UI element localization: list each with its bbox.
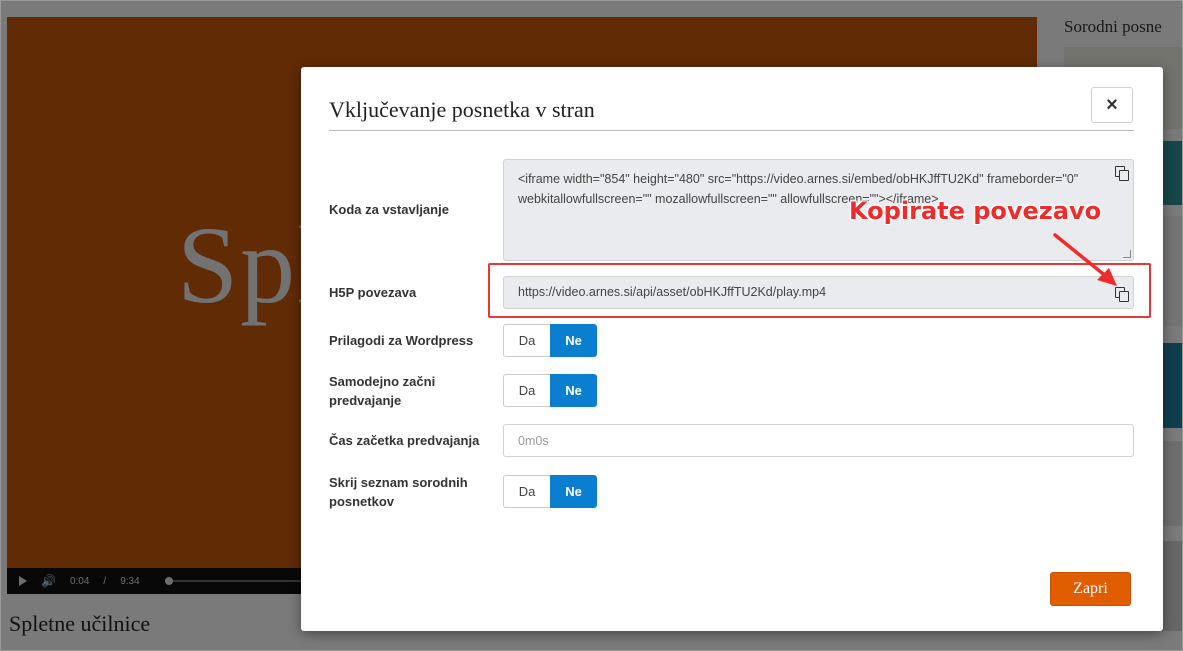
modal-title: Vključevanje posnetka v stran xyxy=(329,97,595,122)
h5p-link-label: H5P povezava xyxy=(329,285,417,300)
wordpress-toggle: Da Ne xyxy=(503,324,597,357)
hide-related-no-button[interactable]: Ne xyxy=(550,475,597,508)
hide-related-yes-button[interactable]: Da xyxy=(503,475,550,508)
autoplay-label: Samodejno začni predvajanje xyxy=(329,374,436,408)
close-icon-button[interactable]: × xyxy=(1091,87,1133,123)
autoplay-yes-button[interactable]: Da xyxy=(503,374,550,407)
wordpress-no-button[interactable]: Ne xyxy=(550,324,597,357)
resize-handle[interactable] xyxy=(1123,250,1131,258)
hide-related-label: Skrij seznam sorodnih posnetkov xyxy=(329,475,468,509)
divider xyxy=(329,130,1134,131)
autoplay-toggle: Da Ne xyxy=(503,374,597,407)
hide-related-toggle: Da Ne xyxy=(503,475,597,508)
start-time-label: Čas začetka predvajanja xyxy=(329,433,480,448)
annotation-callout: Kopirate povezavo xyxy=(849,197,1102,225)
start-time-input[interactable] xyxy=(503,424,1134,457)
embed-modal: Vključevanje posnetka v stran × Koda za … xyxy=(301,67,1163,631)
annotation-arrow-icon xyxy=(1053,233,1117,286)
autoplay-no-button[interactable]: Ne xyxy=(550,374,597,407)
wordpress-label: Prilagodi za Wordpress xyxy=(329,333,474,348)
copy-icon[interactable] xyxy=(1115,166,1129,181)
screenshot-frame: Spl 🔊 0:04 / 9:34 Spletne učilnice Sorod… xyxy=(0,0,1183,651)
close-button[interactable]: Zapri xyxy=(1050,572,1131,606)
wordpress-yes-button[interactable]: Da xyxy=(503,324,550,357)
embed-code-label: Koda za vstavljanje xyxy=(329,202,449,217)
